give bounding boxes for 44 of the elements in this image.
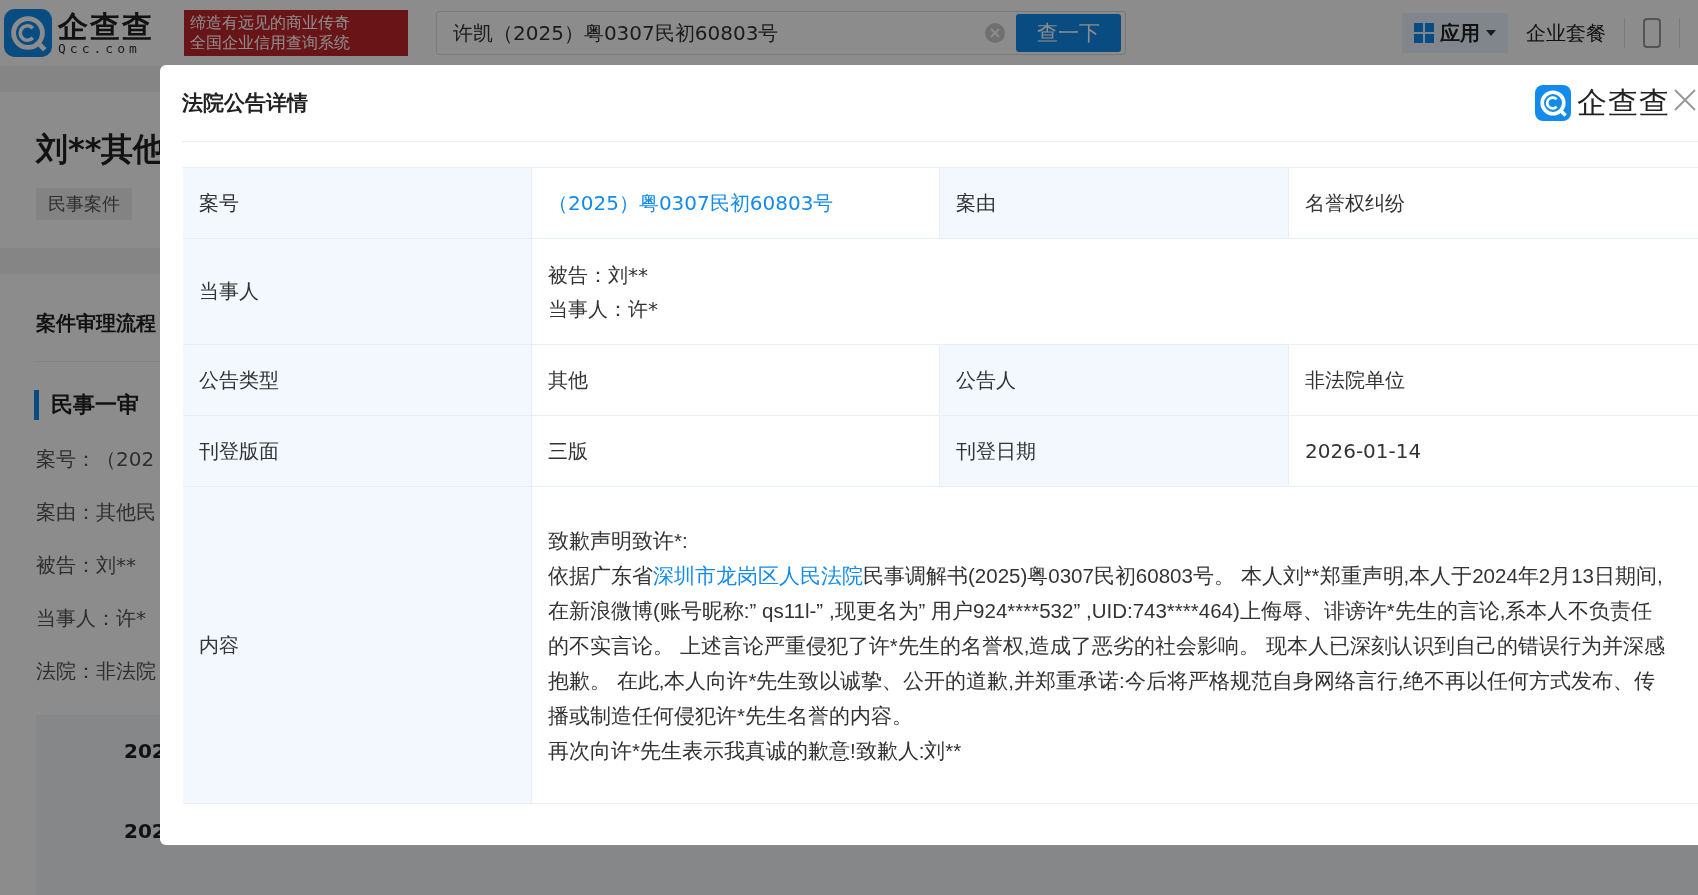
greeting-text: 致歉声明致许*: [548,527,689,554]
field-value: 名誉权纠纷 [1305,190,1406,217]
brand-text: 企查查 [1577,83,1670,122]
case-tag: 民事案件 [36,188,132,220]
court-link[interactable]: 深圳市龙岗区人民法院 [653,563,863,587]
case-field: 被告：刘** [36,552,136,579]
case-number-link[interactable]: （2025）粤0307民初60803号 [548,186,923,220]
logo-text: 企查查 [58,11,154,42]
search-field[interactable]: 许凯（2025）粤0307民初60803号 查一下 [436,11,1126,55]
logo-domain: Qcc.com [58,41,142,55]
plan-link[interactable]: 企业套餐 [1526,19,1606,47]
field-value: 2026-01-14 [1305,438,1423,465]
field-value: 其他 [548,367,589,394]
field-label: 刊登日期 [940,416,1289,487]
field-label: 案号 [183,168,532,239]
field-label: 公告人 [940,345,1289,416]
case-field: 当事人：许* [36,605,146,632]
caret-icon [1486,30,1496,36]
field-label: 当事人 [183,239,532,345]
closing-text: 再次向许*先生表示我真诚的歉意!致歉人:刘** [548,737,963,764]
field-value: 非法院单位 [1305,367,1406,394]
field-label: 刊登版面 [183,416,532,487]
logo-icon [4,9,52,57]
logo-icon [1535,85,1571,121]
stage-title: 民事一审 [34,390,139,420]
clear-icon[interactable] [984,22,1006,44]
phone-icon[interactable] [1643,18,1661,48]
statement-paragraph: 依据广东省深圳市龙岗区人民法院民事调解书(2025)粤0307民初60803号。 本人刘**郑重声明,本人于2024年2月13日期间,在新浪微博(账号昵称:” qs11l-” ,现更名为” 用户924****532” ,UID:743****464)上侮辱、诽谤许*先生的言论,系本人不负责任的不实言论。 上述言论严重侵犯了许*先生的名誉权,造成了恶劣的社会影响。 现本人已深刻认识到自己的错误行为并深感抱歉。 在此,本人向许*先生致以诚挚、公开的道歉,并郑重承诺:今后将严格规范自身网络言行,绝不再以任何方式发布、传播或制造任何侵犯许*先生名誉的内容。 [548,562,1667,729]
party-text: 被告：刘** [548,261,649,289]
dialog-title: 法院公告详情 [182,90,308,117]
case-field: 案号：（202 [36,446,155,473]
field-label: 案由 [940,168,1289,239]
party-text: 当事人：许* [548,295,659,323]
field-label: 内容 [183,487,532,804]
close-icon[interactable] [1674,89,1696,111]
section-title: 案件审理流程 [36,310,156,337]
slogan-banner: 缔造有远见的商业传奇 全国企业信用查询系统 [184,10,408,56]
field-label: 公告类型 [183,345,532,416]
case-field: 案由：其他民 [36,499,156,526]
field-value: 三版 [548,438,589,465]
case-field: 法院：非法院 [36,658,156,685]
grid-icon [1414,23,1434,43]
apps-button[interactable]: 应用 [1402,13,1508,53]
search-button[interactable]: 查一下 [1016,14,1121,52]
